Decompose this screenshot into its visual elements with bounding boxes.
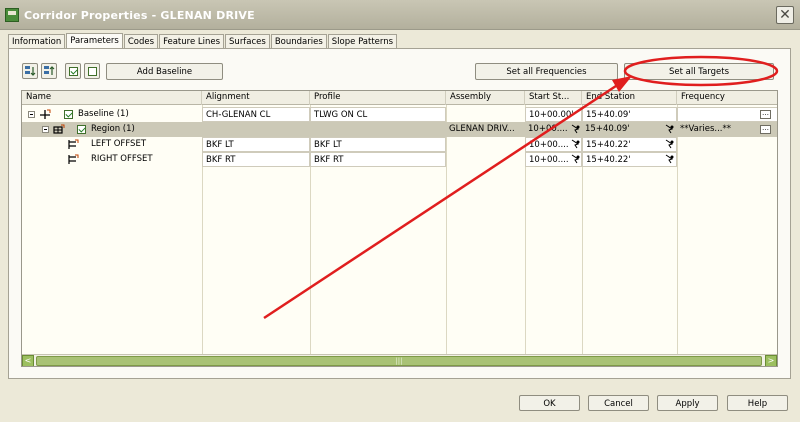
- end-station-cell[interactable]: 15+40.09': [582, 107, 677, 122]
- tab-parameters[interactable]: Parameters: [66, 33, 123, 49]
- col-header-name[interactable]: Name: [22, 91, 202, 105]
- ok-button[interactable]: OK: [519, 395, 580, 411]
- set-all-targets-button[interactable]: Set all Targets: [624, 63, 774, 80]
- horizontal-scrollbar[interactable]: < ||| >: [22, 354, 777, 366]
- window-title: Corridor Properties - GLENAN DRIVE: [24, 9, 255, 22]
- check-all-button[interactable]: [65, 63, 81, 79]
- end-station-cell[interactable]: 15+40.22': [582, 152, 677, 167]
- frequency-cell[interactable]: **Varies...**: [677, 122, 757, 137]
- baseline-checkbox[interactable]: [64, 110, 73, 119]
- alignment-cell[interactable]: BKF LT: [202, 137, 310, 152]
- help-button[interactable]: Help: [727, 395, 788, 411]
- region-icon: [53, 124, 65, 134]
- expand-tree-icon: [25, 66, 36, 76]
- table-row-right-offset[interactable]: RIGHT OFFSET BKF RT BKF RT 10+00.... 15+…: [22, 152, 777, 167]
- collapse-toggle-icon[interactable]: [42, 126, 49, 133]
- grid-header: Name Alignment Profile Assembly Start St…: [22, 91, 777, 105]
- row-name: LEFT OFFSET: [91, 139, 147, 149]
- profile-cell[interactable]: BKF LT: [310, 137, 446, 152]
- row-name: RIGHT OFFSET: [91, 154, 153, 164]
- pick-station-icon[interactable]: [571, 124, 581, 134]
- checkbox-checked-icon: [69, 67, 78, 76]
- region-checkbox[interactable]: [77, 125, 86, 134]
- table-row-baseline[interactable]: Baseline (1) CH-GLENAN CL TLWG ON CL 10+…: [22, 107, 777, 122]
- offset-icon: [68, 139, 79, 149]
- close-button[interactable]: ✕: [776, 6, 794, 24]
- col-header-assembly[interactable]: Assembly: [446, 91, 525, 105]
- tab-slope-patterns[interactable]: Slope Patterns: [327, 34, 398, 49]
- alignment-cell[interactable]: BKF RT: [202, 152, 310, 167]
- tab-information[interactable]: Information: [8, 34, 66, 49]
- collapse-tree-icon: [44, 66, 55, 75]
- assembly-cell[interactable]: GLENAN DRIV...: [446, 122, 525, 137]
- set-all-frequencies-button[interactable]: Set all Frequencies: [475, 63, 618, 80]
- tab-codes[interactable]: Codes: [123, 34, 159, 49]
- pick-station-icon[interactable]: [665, 139, 675, 149]
- scroll-left-button[interactable]: <: [22, 355, 34, 366]
- end-station-cell[interactable]: 15+40.09': [582, 122, 662, 137]
- col-header-end-station[interactable]: End Station: [582, 91, 677, 105]
- start-station-cell[interactable]: 10+00....: [525, 122, 572, 137]
- checkbox-empty-icon: [88, 67, 97, 76]
- apply-button[interactable]: Apply: [657, 395, 718, 411]
- collapse-all-button[interactable]: [41, 63, 57, 79]
- app-icon: [5, 8, 19, 22]
- frequency-ellipsis-button[interactable]: …: [760, 125, 771, 134]
- col-header-frequency[interactable]: Frequency: [677, 91, 777, 105]
- col-header-start-station[interactable]: Start St...: [525, 91, 582, 105]
- col-header-profile[interactable]: Profile: [310, 91, 446, 105]
- tab-feature-lines[interactable]: Feature Lines: [159, 34, 225, 49]
- tab-surfaces[interactable]: Surfaces: [225, 34, 270, 49]
- offset-icon: [68, 154, 79, 164]
- baseline-grid: Name Alignment Profile Assembly Start St…: [21, 90, 778, 367]
- profile-cell[interactable]: TLWG ON CL: [310, 107, 446, 122]
- frequency-ellipsis-button[interactable]: …: [760, 110, 771, 119]
- pick-station-icon[interactable]: [571, 154, 581, 164]
- col-header-alignment[interactable]: Alignment: [202, 91, 310, 105]
- table-row-region[interactable]: Region (1) GLENAN DRIV... 10+00.... 15+4…: [22, 122, 777, 137]
- end-station-cell[interactable]: 15+40.22': [582, 137, 677, 152]
- title-bar: Corridor Properties - GLENAN DRIVE ✕: [0, 0, 800, 30]
- pick-station-icon[interactable]: [665, 124, 675, 134]
- tab-boundaries[interactable]: Boundaries: [270, 34, 327, 49]
- uncheck-all-button[interactable]: [84, 63, 100, 79]
- tab-strip: Information Parameters Codes Feature Lin…: [8, 33, 398, 49]
- profile-cell[interactable]: BKF RT: [310, 152, 446, 167]
- scroll-thumb[interactable]: |||: [36, 356, 762, 366]
- collapse-toggle-icon[interactable]: [28, 111, 35, 118]
- table-row-left-offset[interactable]: LEFT OFFSET BKF LT BKF LT 10+00.... 15+4…: [22, 137, 777, 152]
- scroll-right-button[interactable]: >: [765, 355, 777, 366]
- row-name: Baseline (1): [78, 109, 129, 119]
- start-station-cell[interactable]: 10+00.00': [525, 107, 582, 122]
- expand-all-button[interactable]: [22, 63, 38, 79]
- cancel-button[interactable]: Cancel: [588, 395, 649, 411]
- alignment-cell[interactable]: CH-GLENAN CL: [202, 107, 310, 122]
- baseline-icon: [40, 109, 51, 119]
- add-baseline-button[interactable]: Add Baseline: [106, 63, 223, 80]
- pick-station-icon[interactable]: [571, 139, 581, 149]
- pick-station-icon[interactable]: [665, 154, 675, 164]
- row-name: Region (1): [91, 124, 135, 134]
